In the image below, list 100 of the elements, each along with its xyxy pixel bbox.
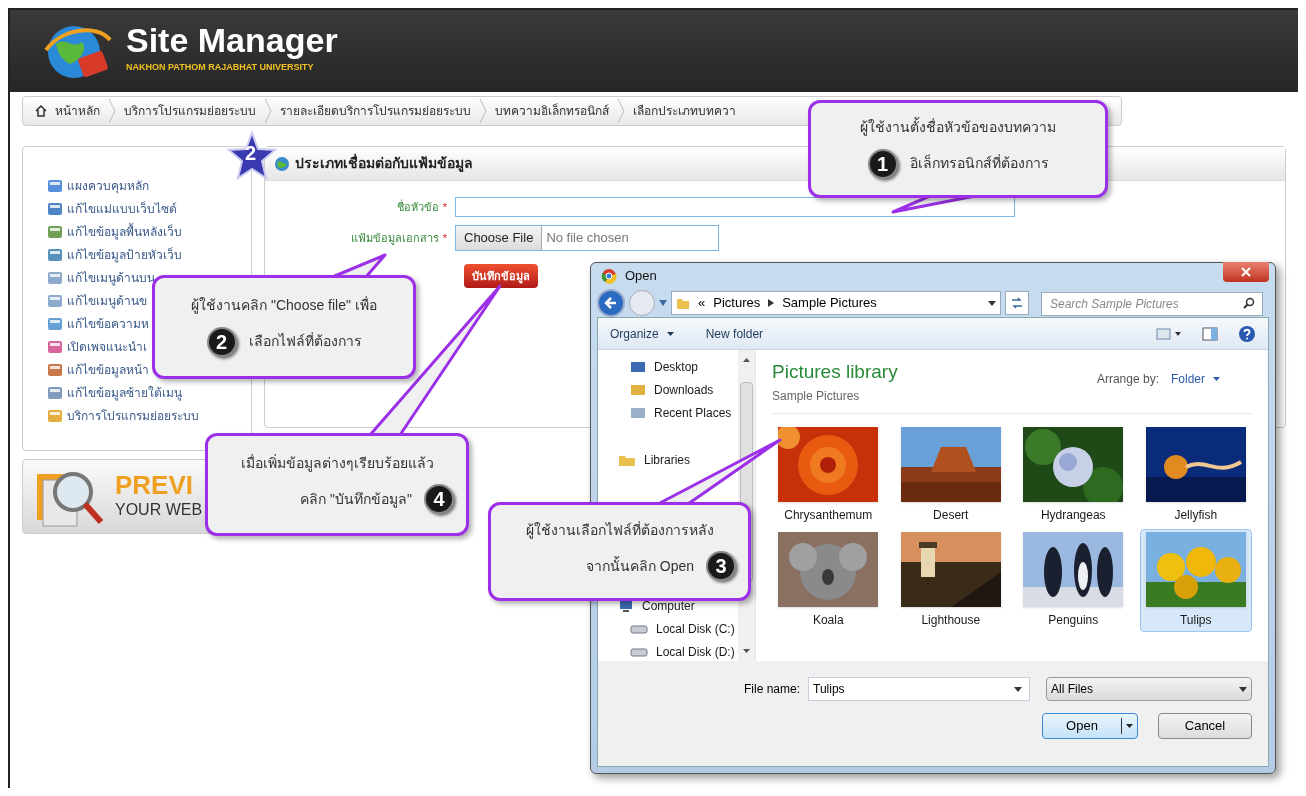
field-label: แฟ้มข้อมูลเอกสาร — [350, 230, 439, 247]
menu-icon — [47, 201, 63, 217]
file-tile[interactable]: Jellyfish — [1139, 423, 1252, 527]
close-button[interactable] — [1223, 262, 1269, 282]
file-name: Koala — [812, 611, 844, 629]
globe-icon — [273, 154, 291, 173]
path-segment[interactable]: Pictures — [713, 293, 761, 313]
site-title: Site Manager — [126, 23, 338, 58]
callout-text: ผู้ใช้งานคลิก "Choose file" เพื่อ — [190, 297, 378, 315]
required-mark: * — [442, 230, 447, 246]
chevron-icon — [108, 99, 116, 123]
file-tile[interactable]: Penguins — [1017, 528, 1130, 632]
file-tile[interactable]: Lighthouse — [894, 528, 1007, 632]
sidebar-link[interactable]: แก้ไขข้อมูลป้ายหัวเว็บ — [67, 246, 182, 264]
nav-item[interactable]: Libraries — [644, 451, 691, 469]
drive-icon — [630, 646, 648, 658]
sidebar-link[interactable]: เปิดเพจแนะนำเ — [67, 338, 147, 356]
file-name: Penguins — [1048, 611, 1099, 629]
search-icon — [1243, 297, 1255, 309]
path-arrow-icon — [768, 299, 775, 307]
dropdown-arrow-icon — [988, 300, 996, 306]
nav-item[interactable]: Local Disk (C:) — [656, 620, 735, 638]
browser-icon — [601, 268, 617, 284]
menu-icon — [47, 339, 63, 355]
step-number: 2 — [245, 143, 257, 163]
file-status: No file chosen — [545, 229, 629, 248]
caret-icon — [666, 331, 674, 336]
save-button[interactable]: บันทึกข้อมูล — [464, 264, 538, 289]
file-tile[interactable]: Chrysanthemum — [772, 423, 885, 527]
breadcrumb-link[interactable]: เลือกประเภทบทควา — [629, 102, 740, 120]
nav-item[interactable]: Computer — [642, 597, 695, 615]
breadcrumb-link[interactable]: บทความอิเล็กทรอนิกส์ — [491, 102, 613, 120]
address-bar[interactable]: « Pictures Sample Pictures — [671, 291, 1001, 315]
open-button[interactable]: Open — [1042, 713, 1138, 739]
sidebar-link[interactable]: แก้ไขข้อมูลพื้นหลังเว็บ — [67, 223, 182, 241]
nav-item[interactable]: Local Disk (D:) — [656, 643, 735, 661]
close-icon — [1241, 267, 1251, 277]
banner-title: PREVI — [115, 471, 195, 498]
file-field[interactable]: Choose File No file chosen — [455, 225, 719, 251]
sidebar-link[interactable]: บริการโปรแกรมย่อยระบบ — [67, 407, 199, 425]
refresh-icon — [1010, 297, 1024, 309]
toolbar-button[interactable]: Organize — [610, 324, 674, 343]
file-tile[interactable]: Koala — [772, 528, 885, 632]
arrange-dropdown[interactable]: Folder — [1171, 370, 1220, 388]
file-tile[interactable]: Desert — [894, 423, 1007, 527]
callout-text: ผู้ใช้งานตั้งชื่อหัวข้อของบทความ — [859, 119, 1057, 137]
refresh-button[interactable] — [1005, 291, 1029, 315]
sidebar-link[interactable]: แผงควบคุมหลัก — [67, 177, 149, 195]
sidebar-link[interactable]: แก้ไขเมนูด้านข — [67, 292, 147, 310]
sidebar-link[interactable]: แก้ไขข้อความห — [67, 315, 149, 333]
nav-item[interactable]: Desktop — [654, 358, 699, 376]
back-arrow-icon — [604, 296, 618, 310]
step-number: 3 — [706, 551, 736, 582]
panel-title: ประเภทเชื่อมต่อกับแฟ้มข้อมูล — [295, 153, 473, 174]
file-type-dropdown[interactable]: All Files — [1046, 677, 1252, 701]
menu-icon — [47, 270, 63, 286]
nav-item[interactable]: Downloads — [654, 381, 714, 399]
caret-icon — [1126, 724, 1133, 728]
file-name: Jellyfish — [1174, 506, 1218, 524]
preview-pane-icon — [1202, 326, 1218, 341]
sidebar-link[interactable]: แก้ไขแม่แบบเว็บไซต์ — [67, 200, 177, 218]
scroll-up-icon — [743, 358, 750, 362]
library-title: Pictures library — [772, 360, 898, 384]
sidebar-link[interactable]: แก้ไขเมนูด้านบน — [67, 269, 155, 287]
step-number: 1 — [867, 148, 898, 179]
file-name-field[interactable]: Tulips — [808, 677, 1030, 701]
file-name: Tulips — [1179, 611, 1212, 629]
menu-icon — [47, 408, 63, 424]
menu-icon — [47, 362, 63, 378]
file-tile[interactable]: Tulips — [1139, 528, 1252, 632]
computer-icon — [618, 599, 634, 613]
step-number: 4 — [424, 484, 454, 515]
file-name: Hydrangeas — [1040, 506, 1106, 524]
callout-text: เมื่อเพิ่มข้อมูลต่างๆเรียบร้อยแล้ว — [239, 454, 435, 473]
step-number: 2 — [206, 326, 237, 357]
banner-subtitle: YOUR WEB — [115, 499, 203, 520]
toolbar-button[interactable]: New folder — [705, 324, 764, 343]
chevron-icon — [617, 99, 625, 123]
menu-icon — [47, 224, 63, 240]
view-icon — [1156, 326, 1182, 341]
breadcrumb-link[interactable]: หน้าหลัก — [51, 102, 104, 120]
path-segment[interactable]: Sample Pictures — [782, 293, 877, 313]
nav-item[interactable]: Recent Places — [654, 404, 732, 422]
file-tile[interactable]: Hydrangeas — [1017, 423, 1130, 527]
choose-file-button[interactable]: Choose File — [456, 226, 543, 250]
sidebar-link[interactable]: แก้ไขข้อมูลซ้ายใต้เมนู — [67, 384, 182, 402]
star-icon — [227, 131, 277, 181]
arrange-label: Arrange by: — [1096, 371, 1159, 388]
breadcrumb-link[interactable]: บริการโปรแกรมย่อยระบบ — [120, 102, 260, 120]
sidebar-link[interactable]: แก้ไขข้อมูลหน้า — [67, 361, 149, 379]
breadcrumb-link[interactable]: รายละเอียดบริการโปรแกรมย่อยระบบ — [276, 102, 475, 120]
callout-text: จากนั้นคลิก Open — [585, 557, 694, 575]
menu-icon — [47, 247, 63, 263]
file-name-label: File name: — [743, 681, 800, 698]
menu-icon — [47, 316, 63, 332]
cancel-button[interactable]: Cancel — [1158, 713, 1252, 739]
callout-text: เลือกไฟล์ที่ต้องการ — [248, 333, 362, 351]
search-field[interactable]: Search Sample Pictures — [1041, 292, 1263, 316]
required-mark: * — [442, 199, 447, 215]
back-button[interactable] — [597, 289, 625, 317]
